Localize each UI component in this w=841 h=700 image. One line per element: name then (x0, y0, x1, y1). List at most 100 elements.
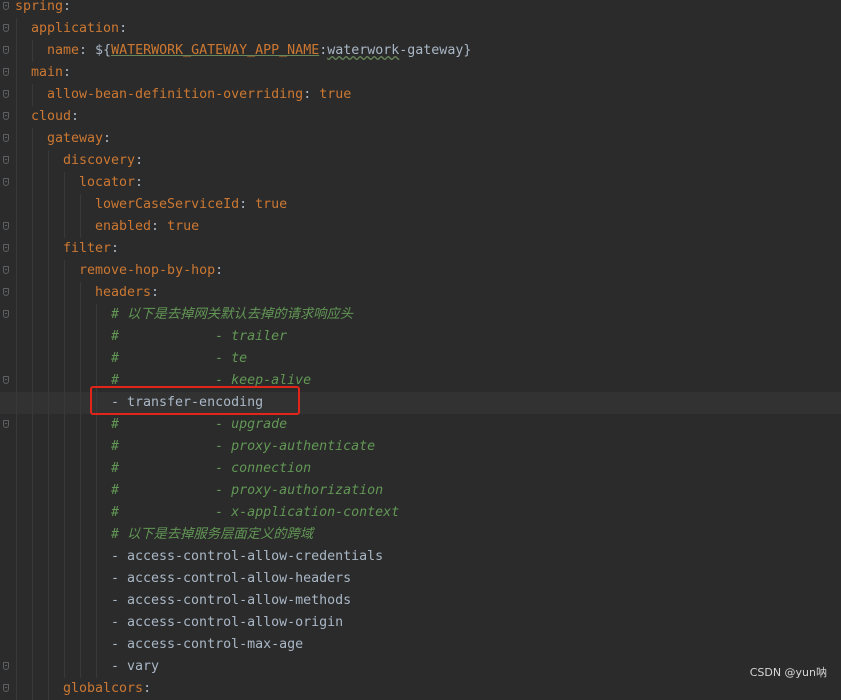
code-token-comment: # - upgrade (111, 417, 288, 432)
fold-marker-icon[interactable] (3, 90, 9, 98)
indent-guide (80, 480, 81, 502)
fold-marker-icon[interactable] (3, 684, 9, 692)
indent-guide (32, 502, 33, 524)
code-text: # - upgrade (111, 414, 287, 436)
indent-guide (80, 436, 81, 458)
indent-guide (32, 568, 33, 590)
indent-guide (32, 678, 33, 700)
fold-marker-icon[interactable] (3, 2, 9, 10)
code-token-key: filter (63, 241, 112, 256)
line-acao[interactable]: - access-control-allow-origin (0, 612, 841, 634)
code-text: application: (31, 18, 127, 40)
indent-guide (32, 172, 33, 194)
indent-guide (32, 436, 33, 458)
fold-marker-icon[interactable] (3, 310, 9, 318)
fold-marker-icon[interactable] (3, 376, 9, 384)
indent-guide (16, 656, 17, 678)
line-name[interactable]: name: ${WATERWORK_GATEWAY_APP_NAME:water… (0, 40, 841, 62)
line-headers[interactable]: headers: (0, 282, 841, 304)
line-lowercase[interactable]: lowerCaseServiceId: true (0, 194, 841, 216)
indent-guide (64, 414, 65, 436)
line-remove-hop[interactable]: remove-hop-by-hop: (0, 260, 841, 282)
indent-guide (16, 348, 17, 370)
line-allow-bean[interactable]: allow-bean-definition-overriding: true (0, 84, 841, 106)
line-vary[interactable]: - vary (0, 656, 841, 678)
line-gateway[interactable]: gateway: (0, 128, 841, 150)
indent-guide (80, 458, 81, 480)
line-locator[interactable]: locator: (0, 172, 841, 194)
fold-marker-icon[interactable] (3, 112, 9, 120)
indent-guide (32, 656, 33, 678)
fold-marker-icon[interactable] (3, 222, 9, 230)
indent-guide (32, 392, 33, 414)
fold-marker-icon[interactable] (3, 266, 9, 274)
line-comment-trailer[interactable]: # - trailer (0, 326, 841, 348)
indent-guide (64, 612, 65, 634)
fold-marker-icon[interactable] (3, 46, 9, 54)
line-comment-proxy-auth[interactable]: # - proxy-authenticate (0, 436, 841, 458)
indent-guide (80, 392, 81, 414)
fold-marker-icon[interactable] (3, 288, 9, 296)
line-acah[interactable]: - access-control-allow-headers (0, 568, 841, 590)
indent-guide (16, 458, 17, 480)
line-discovery[interactable]: discovery: (0, 150, 841, 172)
code-text: enabled: true (95, 216, 199, 238)
code-token-key: allow-bean-definition-overriding (47, 87, 304, 102)
indent-guide (64, 216, 65, 238)
line-comment-1[interactable]: # 以下是去掉网关默认去掉的请求响应头 (0, 304, 841, 326)
code-token-punct: : (119, 21, 128, 36)
line-comment-te[interactable]: # - te (0, 348, 841, 370)
indent-guide (96, 480, 97, 502)
indent-guide (80, 216, 81, 238)
code-token-key: application (31, 21, 120, 36)
fold-marker-icon[interactable] (3, 24, 9, 32)
fold-marker-icon[interactable] (3, 156, 9, 164)
indent-guide (80, 304, 81, 326)
indent-guide (32, 634, 33, 656)
code-token-key: lowerCaseServiceId (95, 197, 240, 212)
line-comment-2[interactable]: # 以下是去掉服务层面定义的跨域 (0, 524, 841, 546)
indent-guide (16, 678, 17, 700)
fold-marker-icon[interactable] (3, 134, 9, 142)
indent-guide (96, 524, 97, 546)
indent-guide (16, 480, 17, 502)
fold-marker-icon[interactable] (3, 244, 9, 252)
line-globalcors[interactable]: globalcors: (0, 678, 841, 700)
indent-guide (64, 194, 65, 216)
fold-marker-icon[interactable] (3, 420, 9, 428)
line-comment-x-app[interactable]: # - x-application-context (0, 502, 841, 524)
indent-guide (32, 282, 33, 304)
fold-marker-icon[interactable] (3, 68, 9, 76)
indent-guide (48, 348, 49, 370)
indent-guide (48, 194, 49, 216)
indent-guide (16, 40, 17, 62)
indent-guide (64, 326, 65, 348)
indent-guide (64, 634, 65, 656)
line-filter[interactable]: filter: (0, 238, 841, 260)
fold-marker-icon[interactable] (3, 178, 9, 186)
code-token-punct: : (239, 197, 256, 212)
code-token-comment: # 以下是去掉服务层面定义的跨域 (111, 527, 314, 542)
line-cloud[interactable]: cloud: (0, 106, 841, 128)
line-comment-upgrade[interactable]: # - upgrade (0, 414, 841, 436)
csdn-watermark: CSDN @yun呐 (749, 666, 827, 679)
code-token-val: true (319, 87, 352, 102)
line-main[interactable]: main: (0, 62, 841, 84)
indent-guide (16, 634, 17, 656)
line-enabled[interactable]: enabled: true (0, 216, 841, 238)
code-editor[interactable]: spring: application: name: ${WATERWORK_GAT… (0, 0, 841, 700)
indent-guide (96, 348, 97, 370)
line-comment-proxy-authz[interactable]: # - proxy-authorization (0, 480, 841, 502)
indent-guide (16, 106, 17, 128)
fold-marker-icon[interactable] (3, 662, 9, 670)
line-application[interactable]: application: (0, 18, 841, 40)
indent-guide (16, 62, 17, 84)
line-comment-connection[interactable]: # - connection (0, 458, 841, 480)
indent-guide (16, 128, 17, 150)
code-token-comment: # - proxy-authorization (111, 483, 384, 498)
line-acam[interactable]: - access-control-allow-methods (0, 590, 841, 612)
line-acac[interactable]: - access-control-allow-credentials (0, 546, 841, 568)
code-text: - access-control-allow-credentials (111, 546, 383, 568)
line-spring[interactable]: spring: (0, 0, 841, 18)
line-acma[interactable]: - access-control-max-age (0, 634, 841, 656)
